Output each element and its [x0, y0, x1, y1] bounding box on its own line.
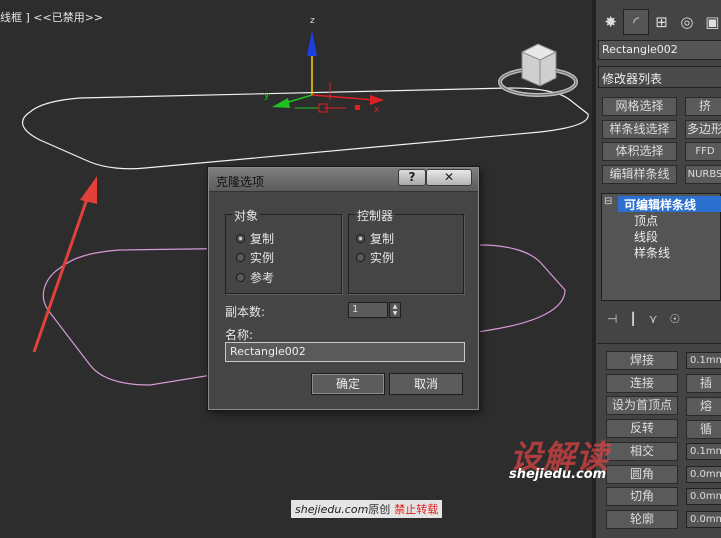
weld-button[interactable]: 焊接	[606, 351, 678, 370]
display-tab-icon[interactable]: ▣	[700, 9, 721, 35]
make-first-button[interactable]: 设为首顶点	[606, 396, 678, 415]
radio-dot-icon	[356, 234, 365, 243]
axis-x-label: x	[374, 105, 380, 115]
cancel-button[interactable]: 取消	[389, 373, 463, 395]
cycle-button[interactable]: 循	[686, 420, 721, 439]
controller-group-title: 控制器	[355, 207, 396, 224]
fillet-button[interactable]: 圆角	[606, 465, 678, 484]
stack-item-vertex[interactable]: 顶点	[634, 212, 658, 228]
cross-insert-button[interactable]: 相交	[606, 442, 678, 461]
radio-dot-icon	[356, 253, 365, 262]
poly-select-button[interactable]: 多边形	[685, 120, 721, 139]
make-unique-icon[interactable]: ⋎	[649, 312, 658, 326]
object-group-title: 对象	[232, 207, 261, 224]
axis-y-label: y	[264, 91, 270, 101]
weld-threshold-field[interactable]: 0.1mm	[686, 352, 721, 369]
object-reference-label: 参考	[250, 271, 275, 285]
radio-dot-icon	[236, 234, 245, 243]
reverse-button[interactable]: 反转	[606, 419, 678, 438]
fillet-value[interactable]: 0.0mm	[686, 466, 721, 483]
controller-copy-radio[interactable]: 复制	[356, 230, 394, 247]
copies-spinner-icon[interactable]: ▲ ▼	[389, 302, 401, 318]
watermark-bar-site: shejiedu.com	[295, 502, 369, 516]
ffd-button[interactable]: FFD	[685, 142, 721, 161]
show-end-result-icon[interactable]: ┃	[629, 312, 636, 326]
controller-copy-label: 复制	[370, 232, 395, 246]
command-panel-tabs: ✸ ◜ ⊞ ◎ ▣	[598, 9, 721, 35]
object-group: 对象 复制 实例 参考	[225, 207, 342, 294]
ok-button[interactable]: 确定	[311, 373, 385, 395]
radio-dot-icon	[236, 253, 245, 262]
clone-options-dialog: 克隆选项 ? ✕ 对象 复制 实例 参考 控制器 复制 实例 副本数: 1 ▲ ▼…	[208, 167, 479, 410]
watermark-bar: shejiedu.com 原创 禁止转载	[291, 500, 443, 518]
stack-item-editable-spline[interactable]: 可编辑样条线	[618, 196, 721, 212]
chamfer-value[interactable]: 0.0mm	[686, 488, 721, 505]
dialog-titlebar[interactable]: 克隆选项 ? ✕	[209, 168, 478, 192]
modifier-list-dropdown[interactable]: 修改器列表	[598, 66, 721, 88]
controller-instance-radio[interactable]: 实例	[356, 249, 394, 266]
motion-tab-icon[interactable]: ◎	[674, 9, 699, 35]
chamfer-button[interactable]: 切角	[606, 487, 678, 506]
watermark-bar-notice: 禁止转载	[394, 503, 439, 516]
collapse-icon[interactable]: ⊟	[604, 196, 612, 212]
axis-z-label: z	[310, 16, 315, 26]
connect-button[interactable]: 连接	[606, 374, 678, 393]
watermark-url: shejiedu.com	[509, 467, 607, 482]
watermark-bar-original: 原创	[368, 503, 391, 516]
volume-select-button[interactable]: 体积选择	[602, 142, 677, 161]
close-button[interactable]: ✕	[426, 169, 472, 186]
fuse-button[interactable]: 熔	[686, 397, 721, 416]
name-input[interactable]: Rectangle002	[225, 342, 465, 362]
object-copy-radio[interactable]: 复制	[236, 230, 274, 247]
stack-tools: ⊣ ┃ ⋎ ☉	[601, 307, 721, 331]
modifier-stack: ⊟ 可编辑样条线 顶点 线段 样条线	[601, 193, 721, 301]
object-copy-label: 复制	[250, 232, 275, 246]
viewcube[interactable]	[498, 43, 578, 97]
controller-instance-label: 实例	[370, 251, 395, 265]
nurbs-button[interactable]: NURBS	[685, 165, 721, 184]
selected-rectangle-spline[interactable]	[22, 87, 589, 170]
object-reference-radio[interactable]: 参考	[236, 269, 274, 286]
transform-gizmo[interactable]	[272, 30, 384, 113]
help-button[interactable]: ?	[398, 169, 426, 186]
spline-select-button[interactable]: 样条线选择	[602, 120, 677, 139]
copies-label: 副本数:	[225, 305, 266, 319]
name-label: 名称:	[225, 328, 254, 342]
viewport-label[interactable]: 线框 ] <<已禁用>>	[0, 9, 103, 25]
modify-tab-icon[interactable]: ◜	[623, 9, 649, 35]
dialog-title: 克隆选项	[216, 175, 265, 189]
object-instance-label: 实例	[250, 251, 275, 265]
controller-group: 控制器 复制 实例	[348, 207, 464, 294]
insert-button[interactable]: 插	[686, 374, 721, 393]
create-tab-icon[interactable]: ✸	[598, 9, 623, 35]
radio-dot-icon	[236, 273, 245, 282]
mesh-select-button[interactable]: 网格选择	[602, 97, 677, 116]
cross-insert-value[interactable]: 0.1mm	[686, 443, 721, 460]
remove-modifier-icon[interactable]: ☉	[669, 312, 680, 326]
extrude-button[interactable]: 挤	[685, 97, 721, 116]
copies-input[interactable]: 1	[348, 302, 388, 318]
edit-spline-button[interactable]: 编辑样条线	[602, 165, 677, 184]
panel-divider	[597, 343, 721, 344]
outline-button[interactable]: 轮廓	[606, 510, 678, 529]
pin-stack-icon[interactable]: ⊣	[607, 312, 617, 326]
object-instance-radio[interactable]: 实例	[236, 249, 274, 266]
stack-item-spline[interactable]: 样条线	[634, 244, 670, 260]
object-name-field[interactable]: Rectangle002	[598, 40, 721, 60]
outline-value[interactable]: 0.0mm	[686, 511, 721, 528]
stack-item-segment[interactable]: 线段	[634, 228, 658, 244]
annotation-arrow	[32, 176, 97, 353]
hierarchy-tab-icon[interactable]: ⊞	[649, 9, 674, 35]
